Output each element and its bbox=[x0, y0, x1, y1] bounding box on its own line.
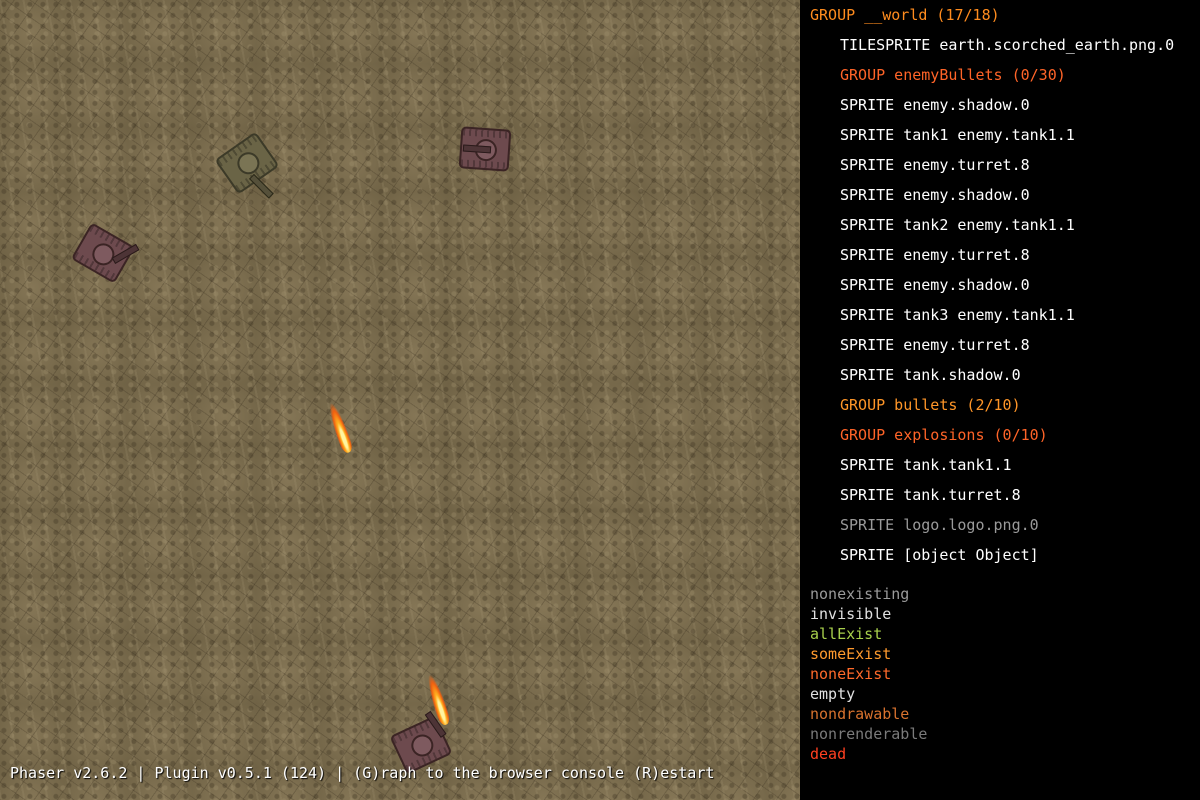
legend: nonexisting invisible allExist someExist non… bbox=[810, 585, 927, 765]
legend-item-nonexisting: nonexisting bbox=[810, 585, 910, 603]
legend-item-someExist: someExist bbox=[810, 645, 892, 663]
legend-item-nonrenderable: nonrenderable bbox=[810, 725, 928, 743]
scene-tree-item: SPRITE logo.logo.png.0 bbox=[840, 516, 1039, 534]
legend-item-allExist: allExist bbox=[810, 625, 883, 643]
scene-tree-item: GROUP explosions (0/10) bbox=[840, 426, 1048, 444]
scene-tree-item: SPRITE tank1 enemy.tank1.1 bbox=[840, 126, 1075, 144]
scene-tree-item: SPRITE [object Object] bbox=[840, 546, 1039, 564]
debug-panel: GROUP __world (17/18) TILESPRITE earth.sc… bbox=[800, 0, 1200, 800]
enemy-tank-1 bbox=[458, 126, 512, 172]
scene-tree-item: SPRITE tank.shadow.0 bbox=[840, 366, 1021, 384]
scene-tree-item: SPRITE tank.turret.8 bbox=[840, 486, 1021, 504]
status-bar: Phaser v2.6.2 | Plugin v0.5.1 (124) | (G… bbox=[10, 764, 715, 782]
scene-tree-item: SPRITE tank.tank1.1 bbox=[840, 456, 1012, 474]
scene-tree-item: SPRITE tank2 enemy.tank1.1 bbox=[840, 216, 1075, 234]
scene-tree-item: GROUP bullets (2/10) bbox=[840, 396, 1021, 414]
scene-tree-item: SPRITE enemy.turret.8 bbox=[840, 246, 1030, 264]
scene-tree-item: SPRITE enemy.shadow.0 bbox=[840, 96, 1030, 114]
legend-item-dead: dead bbox=[810, 745, 847, 763]
scene-tree-item: GROUP enemyBullets (0/30) bbox=[840, 66, 1066, 84]
legend-item-empty: empty bbox=[810, 685, 856, 703]
game-canvas[interactable]: Phaser v2.6.2 | Plugin v0.5.1 (124) | (G… bbox=[0, 0, 800, 800]
legend-item-noneExist: noneExist bbox=[810, 665, 892, 683]
scene-tree-item: TILESPRITE earth.scorched_earth.png.0 bbox=[840, 36, 1175, 54]
scene-tree-item: SPRITE enemy.shadow.0 bbox=[840, 186, 1030, 204]
scene-tree-item: SPRITE enemy.shadow.0 bbox=[840, 276, 1030, 294]
scene-tree-item: SPRITE tank3 enemy.tank1.1 bbox=[840, 306, 1075, 324]
scene-tree: GROUP __world (17/18) TILESPRITE earth.sc… bbox=[810, 4, 1174, 574]
ground-tilesprite bbox=[0, 0, 800, 800]
scene-tree-item: SPRITE enemy.turret.8 bbox=[840, 156, 1030, 174]
scene-tree-item: GROUP __world (17/18) bbox=[810, 6, 1000, 24]
legend-item-invisible: invisible bbox=[810, 605, 892, 623]
legend-item-nondrawable: nondrawable bbox=[810, 705, 910, 723]
scene-tree-item: SPRITE enemy.turret.8 bbox=[840, 336, 1030, 354]
